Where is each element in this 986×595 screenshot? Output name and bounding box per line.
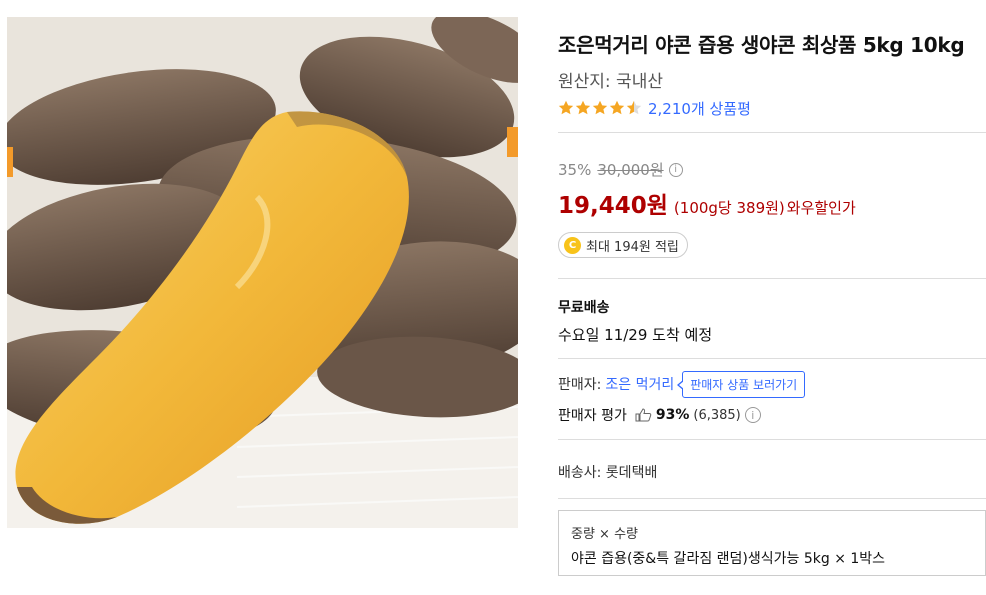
star-icon xyxy=(592,100,608,115)
option-selected-value: 야콘 즙용(중&특 갈라짐 랜덤)생식가능 5kg × 1박스 xyxy=(571,551,886,567)
divider xyxy=(558,498,986,499)
price-block: 35% 30,000원 i 19,440원 (100g당 389원) 와우할인가… xyxy=(558,159,986,258)
rating-row: 2,210개 상품평 xyxy=(558,98,986,118)
reward-text: 최대 194원 적립 xyxy=(586,239,679,255)
star-icon xyxy=(575,100,591,115)
origin-text: 원산지: 국내산 xyxy=(558,72,663,92)
coin-icon: C xyxy=(564,236,581,254)
info-icon[interactable]: i xyxy=(668,162,683,177)
shipping-block: 무료배송 수요일 11/29 도착 예정 xyxy=(558,297,986,345)
star-icon xyxy=(626,100,642,115)
free-shipping-label: 무료배송 xyxy=(558,300,610,316)
rating-stars[interactable] xyxy=(558,100,642,116)
seller-label: 판매자: xyxy=(558,377,602,393)
seller-name-link[interactable]: 조은 먹거리 xyxy=(605,374,674,394)
seller-row: 판매자: 조은 먹거리 판매자 상품 보러가기 xyxy=(558,370,986,398)
product-title: 조은먹거리 야콘 즙용 생야콘 최상품 5kg 10kg xyxy=(558,33,965,57)
sale-price: 19,440원 xyxy=(558,193,668,219)
divider xyxy=(558,278,986,279)
unit-price: (100g당 389원) xyxy=(673,199,785,217)
seller-eval-count: (6,385) xyxy=(693,407,741,423)
wow-discount-label: 와우할인가 xyxy=(786,199,856,217)
option-selector[interactable]: 중량 × 수량 야콘 즙용(중&특 갈라짐 랜덤)생식가능 5kg × 1박스 xyxy=(558,510,986,576)
reward-badge[interactable]: C 최대 194원 적립 xyxy=(558,232,688,258)
seller-products-button[interactable]: 판매자 상품 보러가기 xyxy=(677,370,806,398)
star-icon xyxy=(609,100,625,115)
product-image[interactable] xyxy=(7,17,518,528)
seller-eval-label: 판매자 평가 xyxy=(558,408,627,424)
option-header: 중량 × 수량 xyxy=(571,527,638,542)
original-price: 30,000원 xyxy=(597,161,664,179)
yacon-photo xyxy=(7,17,518,528)
thumbs-up-icon xyxy=(635,408,652,422)
discount-row: 35% 30,000원 i xyxy=(558,159,986,180)
seller-eval-percent: 93% xyxy=(655,407,690,423)
arrival-date: 수요일 11/29 도착 예정 xyxy=(558,326,713,344)
divider xyxy=(558,358,986,359)
sale-row: 19,440원 (100g당 389원) 와우할인가 xyxy=(558,186,986,220)
divider xyxy=(558,439,986,440)
divider xyxy=(558,132,986,133)
discount-rate: 35% xyxy=(558,160,592,179)
seller-eval-row: 판매자 평가 93% (6,385) i xyxy=(558,405,986,425)
info-icon[interactable]: i xyxy=(744,407,761,423)
carrier-text: 배송사: 롯데택배 xyxy=(558,465,658,481)
product-info-panel: 조은먹거리 야콘 즙용 생야콘 최상품 5kg 10kg 원산지: 국내산 2,… xyxy=(558,30,986,576)
star-icon xyxy=(558,100,574,115)
review-count-link[interactable]: 2,210개 상품평 xyxy=(648,98,751,119)
